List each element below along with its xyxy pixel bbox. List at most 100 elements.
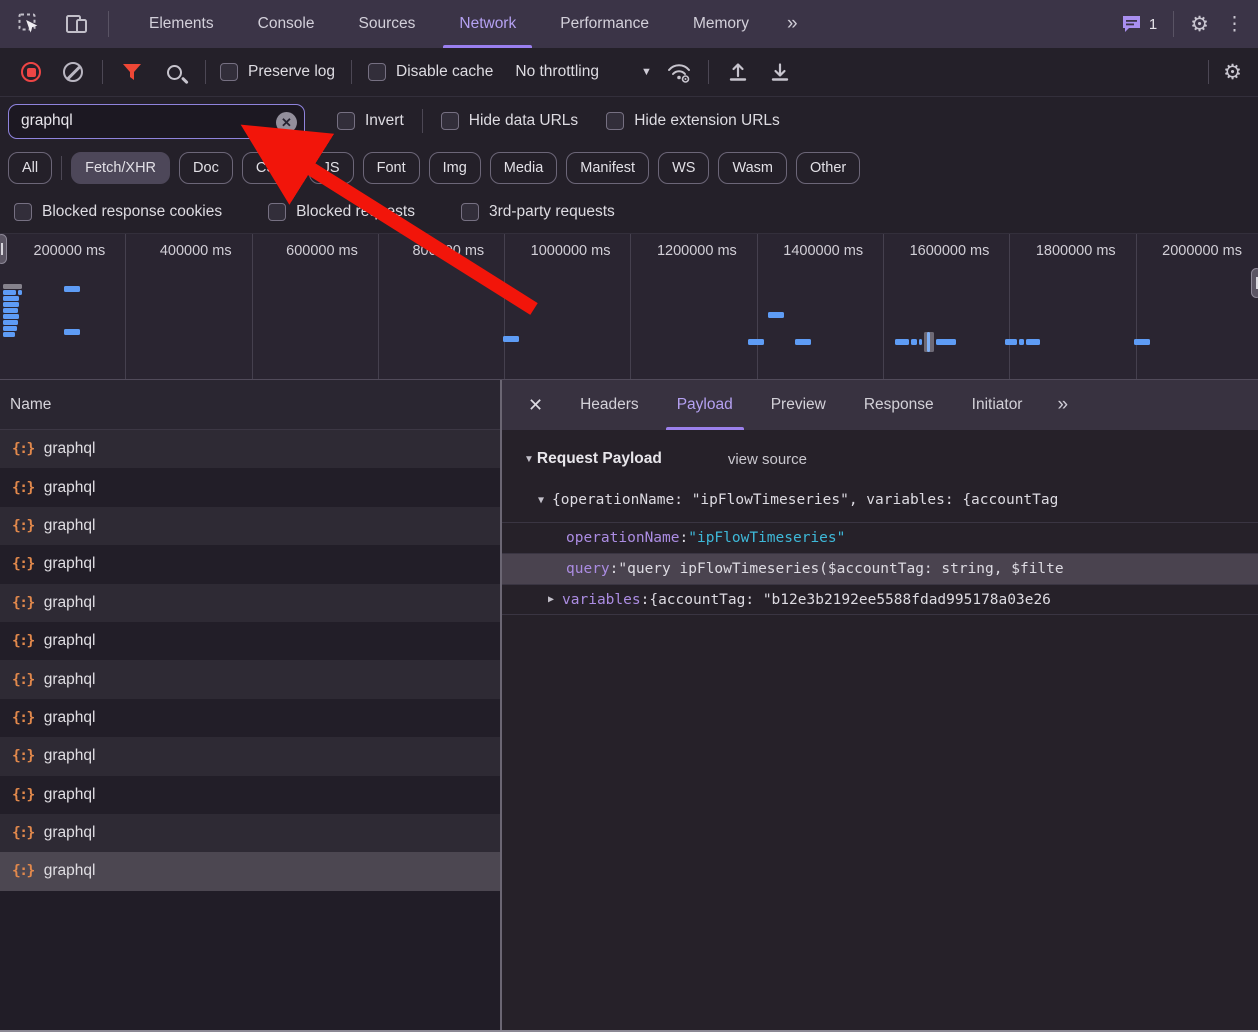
inspect-element-icon[interactable]	[12, 7, 46, 41]
filter-chip-img[interactable]: Img	[429, 152, 481, 184]
filter-chip-wasm[interactable]: Wasm	[718, 152, 787, 184]
timeline-right-handle[interactable]	[1251, 268, 1258, 298]
tab-headers[interactable]: Headers	[561, 380, 658, 430]
payload-row[interactable]: ▶variables: {accountTag: "b12e3b2192ee55…	[502, 584, 1258, 615]
import-har-button[interactable]	[721, 55, 755, 89]
tab-memory[interactable]: Memory	[671, 0, 771, 48]
device-toolbar-icon[interactable]	[60, 7, 94, 41]
filter-chip-font[interactable]: Font	[363, 152, 420, 184]
filter-chip-js[interactable]: JS	[309, 152, 354, 184]
checkbox-label: Blocked response cookies	[42, 203, 222, 221]
filter-chip-manifest[interactable]: Manifest	[566, 152, 649, 184]
close-details-icon[interactable]: ✕	[502, 395, 561, 416]
search-button[interactable]	[157, 55, 191, 89]
tab-payload[interactable]: Payload	[658, 380, 752, 430]
waterfall-bar	[64, 329, 80, 335]
network-toolbar: Preserve log Disable cache No throttling…	[0, 48, 1258, 97]
table-row[interactable]: {:}graphql	[0, 430, 500, 468]
request-name: graphql	[44, 747, 96, 765]
network-conditions-button[interactable]	[662, 55, 696, 89]
filter-chip-media[interactable]: Media	[490, 152, 558, 184]
table-row[interactable]: {:}graphql	[0, 660, 500, 698]
filter-chip-other[interactable]: Other	[796, 152, 860, 184]
filter-chip-css[interactable]: CSS	[242, 152, 300, 184]
blocked-requests-checkbox[interactable]: Blocked requests	[268, 203, 415, 221]
filter-button[interactable]	[115, 55, 149, 89]
throttling-select[interactable]: No throttling ▼	[505, 63, 661, 81]
blocked-requests-filter-row: Blocked response cookies Blocked requests…	[0, 190, 1258, 234]
table-row[interactable]: {:}graphql	[0, 737, 500, 775]
more-tabs-icon[interactable]: »	[771, 0, 812, 48]
payload-text-plain: "query ipFlowTimeseries($accountTag: str…	[618, 561, 1063, 577]
tab-elements[interactable]: Elements	[127, 0, 236, 48]
filter-input[interactable]	[9, 112, 304, 130]
table-row[interactable]: {:}graphql	[0, 699, 500, 737]
issues-counter[interactable]: 1	[1121, 14, 1157, 34]
requests-table-panel: Name {:}graphql{:}graphql{:}graphql{:}gr…	[0, 380, 500, 1032]
wifi-gear-icon	[666, 61, 692, 83]
view-source-link[interactable]: view source	[728, 451, 807, 468]
tab-network[interactable]: Network	[437, 0, 538, 48]
waterfall-bar	[927, 332, 930, 352]
hide-data-urls-checkbox[interactable]: Hide data URLs	[441, 112, 578, 130]
tab-sources[interactable]: Sources	[337, 0, 438, 48]
filter-chip-ws[interactable]: WS	[658, 152, 709, 184]
payload-row[interactable]: query: "query ipFlowTimeseries($accountT…	[502, 553, 1258, 584]
xhr-braces-icon: {:}	[12, 787, 34, 803]
checkbox-box	[220, 63, 238, 81]
tab-preview[interactable]: Preview	[752, 380, 845, 430]
waterfall-bar	[64, 286, 80, 292]
table-row[interactable]: {:}graphql	[0, 622, 500, 660]
checkbox-box	[606, 112, 624, 130]
waterfall-bar	[768, 312, 784, 318]
tab-response[interactable]: Response	[845, 380, 953, 430]
filter-chip-fetch-xhr[interactable]: Fetch/XHR	[71, 152, 170, 184]
payload-text-plain: :	[641, 592, 650, 608]
network-overview-timeline[interactable]: 200000 ms400000 ms600000 ms800000 ms1000…	[0, 234, 1258, 380]
table-row[interactable]: {:}graphql	[0, 776, 500, 814]
table-row[interactable]: {:}graphql	[0, 852, 500, 890]
more-detail-tabs-icon[interactable]: »	[1041, 394, 1082, 416]
tab-initiator[interactable]: Initiator	[953, 380, 1042, 430]
network-settings-gear-icon[interactable]: ⚙	[1223, 62, 1242, 83]
clear-network-log-button[interactable]	[56, 55, 90, 89]
name-column-header[interactable]: Name	[0, 380, 500, 430]
payload-text-plain: :	[610, 561, 619, 577]
payload-row[interactable]: ▼ {operationName: "ipFlowTimeseries", var…	[502, 483, 1258, 517]
filter-chip-all[interactable]: All	[8, 152, 52, 184]
collapse-triangle-icon[interactable]: ▼	[524, 454, 534, 465]
expanded-triangle-icon[interactable]: ▼	[538, 495, 544, 506]
table-row[interactable]: {:}graphql	[0, 545, 500, 583]
payload-text-plain: {operationName: "ipFlowTimeseries", vari…	[552, 492, 1058, 508]
disable-cache-checkbox[interactable]: Disable cache	[368, 63, 493, 81]
waterfall-bar	[3, 290, 16, 295]
waterfall-bar	[3, 332, 15, 337]
payload-tree: ▼ {operationName: "ipFlowTimeseries", var…	[502, 483, 1258, 615]
payload-row[interactable]: operationName: "ipFlowTimeseries"	[502, 522, 1258, 553]
waterfall-bar	[1134, 339, 1150, 345]
export-har-button[interactable]	[763, 55, 797, 89]
table-row[interactable]: {:}graphql	[0, 814, 500, 852]
settings-gear-icon[interactable]: ⚙	[1190, 14, 1209, 35]
waterfall-bar	[3, 302, 19, 307]
devtools-window: Elements Console Sources Network Perform…	[0, 0, 1258, 1032]
waterfall-bar	[18, 290, 22, 295]
table-row[interactable]: {:}graphql	[0, 468, 500, 506]
collapsed-triangle-icon[interactable]: ▶	[548, 594, 554, 605]
tab-performance[interactable]: Performance	[538, 0, 671, 48]
filter-chip-doc[interactable]: Doc	[179, 152, 233, 184]
request-name: graphql	[44, 440, 96, 458]
invert-checkbox[interactable]: Invert	[337, 112, 404, 130]
table-row[interactable]: {:}graphql	[0, 507, 500, 545]
record-network-log-button[interactable]	[14, 55, 48, 89]
timeline-left-handle[interactable]	[0, 234, 7, 264]
hide-extension-urls-checkbox[interactable]: Hide extension URLs	[606, 112, 780, 130]
kebab-menu-icon[interactable]: ⋮	[1225, 13, 1244, 36]
table-row[interactable]: {:}graphql	[0, 584, 500, 622]
blocked-response-cookies-checkbox[interactable]: Blocked response cookies	[14, 203, 222, 221]
3rd-party-requests-checkbox[interactable]: 3rd-party requests	[461, 203, 615, 221]
preserve-log-checkbox[interactable]: Preserve log	[220, 63, 335, 81]
chip-divider	[61, 156, 62, 180]
tab-console[interactable]: Console	[236, 0, 337, 48]
clear-filter-icon[interactable]: ✕	[276, 112, 297, 133]
